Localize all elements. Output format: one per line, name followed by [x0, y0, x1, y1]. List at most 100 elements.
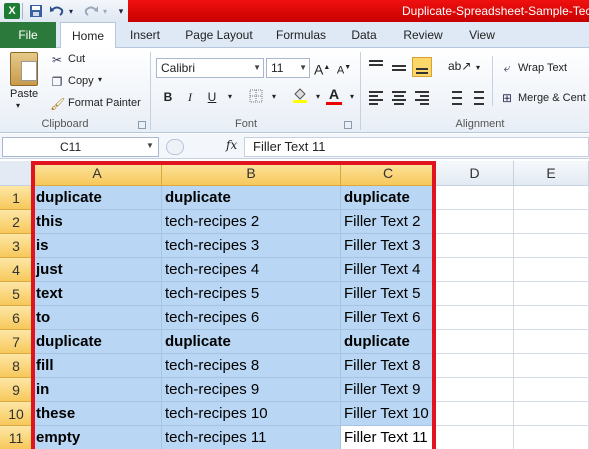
cell-e7[interactable]	[514, 330, 589, 354]
cell-d9[interactable]	[436, 378, 514, 402]
cut-button[interactable]: Cut	[68, 53, 85, 65]
align-left-icon[interactable]	[366, 88, 386, 108]
cell-c6[interactable]: Filler Text 6	[341, 306, 436, 330]
cell-d10[interactable]	[436, 402, 514, 426]
copy-icon[interactable]: ❐	[50, 75, 64, 89]
paste-button[interactable]: Paste	[10, 88, 38, 100]
cell-b10[interactable]: tech-recipes 10	[162, 402, 341, 426]
row-header[interactable]: 11	[0, 426, 33, 449]
increase-indent-icon[interactable]	[466, 88, 486, 108]
cell-b5[interactable]: tech-recipes 5	[162, 282, 341, 306]
borders-icon[interactable]	[248, 89, 264, 105]
row-header[interactable]: 1	[0, 186, 33, 210]
cell-d4[interactable]	[436, 258, 514, 282]
column-header-d[interactable]: D	[436, 161, 514, 186]
row-header[interactable]: 3	[0, 234, 33, 258]
formula-bar-resize-handle[interactable]	[166, 139, 184, 155]
cell-b3[interactable]: tech-recipes 3	[162, 234, 341, 258]
tab-review[interactable]: Review	[396, 22, 450, 48]
cell-e3[interactable]	[514, 234, 589, 258]
font-size-dropdown-icon[interactable]: ▼	[299, 59, 307, 77]
name-box[interactable]: C11	[2, 137, 159, 157]
cell-d1[interactable]	[436, 186, 514, 210]
tab-page-layout[interactable]: Page Layout	[180, 22, 258, 48]
italic-button[interactable]: I	[182, 89, 198, 105]
orientation-icon[interactable]: ab↗	[448, 58, 471, 74]
cell-b8[interactable]: tech-recipes 8	[162, 354, 341, 378]
cell-a10[interactable]: these	[33, 402, 162, 426]
cell-c1[interactable]: duplicate	[341, 186, 436, 210]
font-color-dropdown-icon[interactable]: ▾	[344, 89, 360, 105]
cell-a6[interactable]: to	[33, 306, 162, 330]
wrap-text-button[interactable]: Wrap Text	[518, 62, 567, 74]
cell-d6[interactable]	[436, 306, 514, 330]
insert-function-icon[interactable]: fx	[226, 138, 237, 152]
font-name-dropdown-icon[interactable]: ▼	[253, 59, 261, 77]
formula-input[interactable]: Filler Text 11	[244, 137, 589, 157]
cell-e4[interactable]	[514, 258, 589, 282]
font-launcher-icon[interactable]	[344, 121, 352, 129]
tab-insert[interactable]: Insert	[122, 22, 168, 48]
align-middle-icon[interactable]	[389, 58, 409, 78]
grow-font-icon[interactable]: A▲	[314, 60, 330, 78]
save-icon[interactable]	[28, 3, 44, 19]
cell-a4[interactable]: just	[33, 258, 162, 282]
undo-icon[interactable]	[48, 3, 66, 19]
cell-c4[interactable]: Filler Text 4	[341, 258, 436, 282]
cell-c8[interactable]: Filler Text 8	[341, 354, 436, 378]
cell-b7[interactable]: duplicate	[162, 330, 341, 354]
cell-e11[interactable]	[514, 426, 589, 449]
merge-center-icon[interactable]: ⊞	[500, 91, 514, 105]
fill-color-dropdown-icon[interactable]: ▾	[310, 89, 326, 105]
redo-dropdown-icon[interactable]: ▾	[100, 3, 110, 19]
paste-dropdown-icon[interactable]: ▾	[16, 101, 20, 110]
cell-a1[interactable]: duplicate	[33, 186, 162, 210]
cell-e9[interactable]	[514, 378, 589, 402]
cell-a8[interactable]: fill	[33, 354, 162, 378]
cell-e5[interactable]	[514, 282, 589, 306]
paste-icon[interactable]	[10, 52, 38, 86]
cell-e10[interactable]	[514, 402, 589, 426]
cell-d8[interactable]	[436, 354, 514, 378]
tab-formulas[interactable]: Formulas	[268, 22, 334, 48]
select-all-corner[interactable]	[0, 161, 33, 186]
tab-view[interactable]: View	[460, 22, 504, 48]
cell-e6[interactable]	[514, 306, 589, 330]
row-header[interactable]: 9	[0, 378, 33, 402]
cell-b6[interactable]: tech-recipes 6	[162, 306, 341, 330]
orientation-dropdown-icon[interactable]: ▾	[470, 60, 486, 76]
cell-d2[interactable]	[436, 210, 514, 234]
font-color-button[interactable]: A	[326, 86, 342, 105]
column-header-c[interactable]: C	[341, 161, 436, 186]
tab-data[interactable]: Data	[344, 22, 384, 48]
column-header-b[interactable]: B	[162, 161, 341, 186]
undo-dropdown-icon[interactable]: ▾	[66, 3, 76, 19]
row-header[interactable]: 7	[0, 330, 33, 354]
wrap-text-icon[interactable]: ⤶	[500, 61, 514, 75]
align-bottom-icon[interactable]	[412, 57, 432, 77]
cell-e2[interactable]	[514, 210, 589, 234]
font-name-combo[interactable]: Calibri ▼	[156, 58, 264, 78]
worksheet-grid[interactable]: A B C D E 1 duplicate duplicate duplicate 2 this te…	[0, 161, 589, 449]
align-right-icon[interactable]	[412, 88, 432, 108]
customize-qat-icon[interactable]: ▾	[116, 3, 126, 19]
cell-e8[interactable]	[514, 354, 589, 378]
row-header[interactable]: 10	[0, 402, 33, 426]
cell-b2[interactable]: tech-recipes 2	[162, 210, 341, 234]
cell-c10[interactable]: Filler Text 10	[341, 402, 436, 426]
cell-e1[interactable]	[514, 186, 589, 210]
tab-file[interactable]: File	[0, 22, 56, 48]
cell-c11[interactable]: Filler Text 11	[341, 426, 436, 449]
excel-logo-icon[interactable]: X	[4, 3, 20, 19]
cell-d11[interactable]	[436, 426, 514, 449]
shrink-font-icon[interactable]: A▼	[336, 60, 352, 77]
name-box-dropdown-icon[interactable]: ▼	[146, 141, 154, 150]
borders-dropdown-icon[interactable]: ▾	[266, 89, 282, 105]
column-header-e[interactable]: E	[514, 161, 589, 186]
cell-c3[interactable]: Filler Text 3	[341, 234, 436, 258]
column-header-a[interactable]: A	[33, 161, 162, 186]
cell-c7[interactable]: duplicate	[341, 330, 436, 354]
cell-b4[interactable]: tech-recipes 4	[162, 258, 341, 282]
fill-color-icon[interactable]	[292, 86, 308, 103]
cell-a2[interactable]: this	[33, 210, 162, 234]
